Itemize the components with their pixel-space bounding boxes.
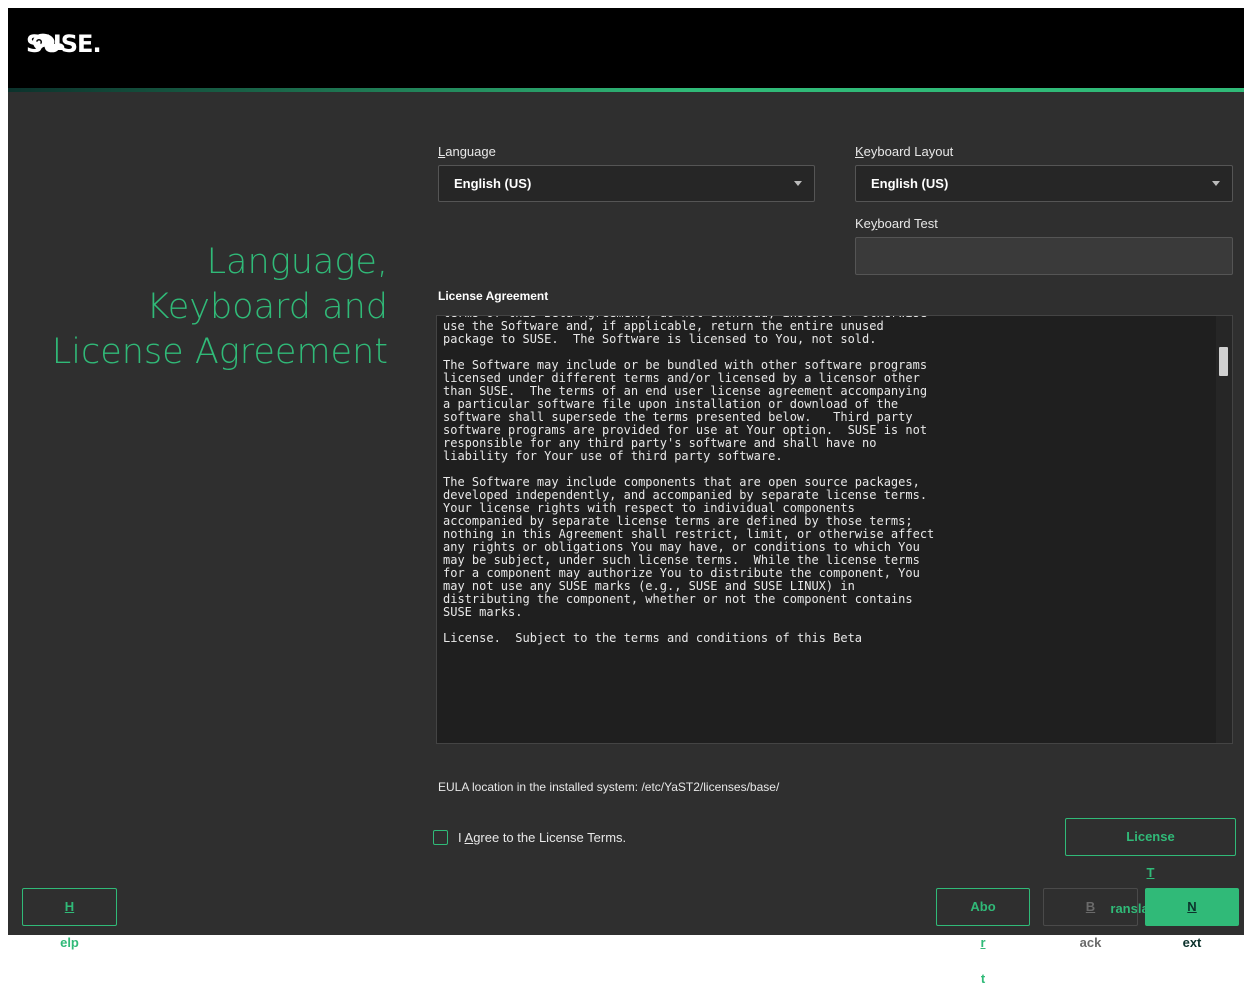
license-scrollbar[interactable] — [1216, 316, 1232, 743]
license-translations-button[interactable]: License Translations... — [1065, 818, 1236, 916]
next-button[interactable]: Next — [1145, 888, 1239, 950]
back-button[interactable]: Back — [1043, 888, 1138, 950]
dropdown-arrow-icon — [1212, 181, 1220, 186]
page-title-line: Keyboard and — [146, 287, 389, 327]
abort-button[interactable]: Abo r t — [936, 888, 1030, 986]
keyboard-layout-label: Keyboard Layout — [855, 144, 954, 159]
header-accent-line — [8, 88, 1244, 92]
page-title: Language, Keyboard and License Agreement — [52, 240, 388, 375]
license-scrollbar-thumb[interactable] — [1219, 347, 1228, 376]
installer-window: SUSE. Language, Keyboard and License Agr… — [8, 8, 1244, 986]
dropdown-arrow-icon — [794, 181, 802, 186]
keyboard-layout-select[interactable]: English (US) — [855, 165, 1233, 202]
keyboard-test-input[interactable] — [855, 237, 1233, 275]
language-label: Language — [438, 144, 496, 159]
agree-checkbox[interactable] — [433, 830, 448, 845]
keyboard-layout-select-value: English (US) — [871, 176, 949, 191]
page-title-line: Language, — [206, 242, 388, 282]
help-button[interactable]: Help — [22, 888, 117, 950]
license-text-area[interactable]: terms of this Beta Agreement, do not dow… — [436, 315, 1233, 744]
license-agreement-label: License Agreement — [438, 289, 549, 303]
keyboard-test-label: Keyboard Test — [855, 216, 938, 231]
header-bar: SUSE. — [8, 8, 1244, 88]
suse-logo-text: SUSE. — [26, 30, 102, 58]
language-select-value: English (US) — [454, 176, 532, 191]
agree-checkbox-label[interactable]: I Agree to the License Terms. — [458, 830, 626, 845]
language-select[interactable]: English (US) — [438, 165, 815, 202]
license-text: terms of this Beta Agreement, do not dow… — [443, 316, 935, 645]
page-title-line: License Agreement — [51, 332, 388, 372]
eula-location-text: EULA location in the installed system: /… — [438, 780, 780, 794]
